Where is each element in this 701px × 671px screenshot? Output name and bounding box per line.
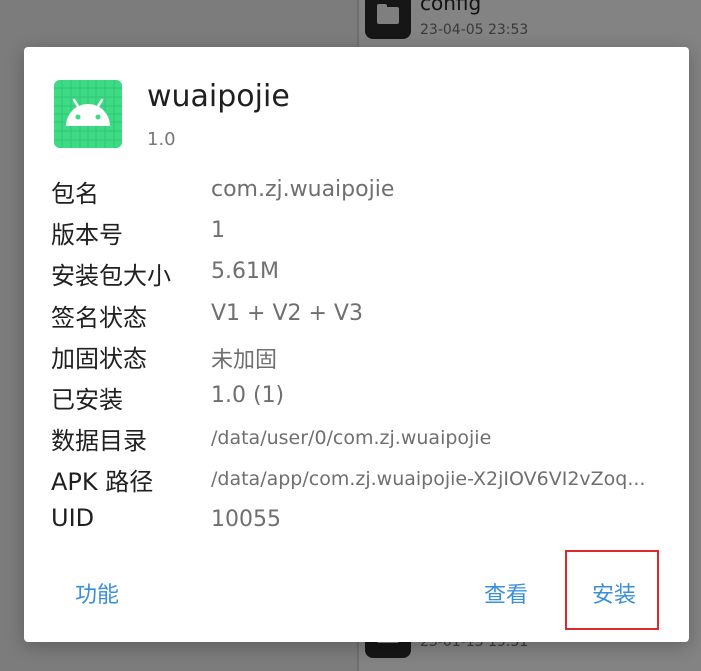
info-value: 1 [211, 218, 225, 244]
info-row-apk-path: APK 路径 /data/app/com.zj.wuaipojie-X2jIOV… [51, 460, 671, 501]
info-label: UID [51, 503, 95, 532]
info-label: APK 路径 [51, 468, 154, 497]
info-label: 包名 [51, 180, 99, 208]
view-button[interactable]: 查看 [484, 577, 528, 609]
info-label: 数据目录 [51, 427, 147, 456]
info-value: 未加固 [211, 347, 278, 373]
info-row-size: 安装包大小 5.61M [51, 254, 671, 295]
android-icon [54, 80, 122, 148]
app-version: 1.0 [147, 129, 176, 150]
info-value: V1 + V2 + V3 [211, 300, 363, 326]
apk-info-dialog: wuaipojie 1.0 包名 com.zj.wuaipojie 版本号 1 … [24, 47, 689, 642]
info-value: /data/app/com.zj.wuaipojie-X2jIOV6VI2vZo… [211, 468, 646, 491]
file-name: config [420, 0, 482, 15]
info-label: 签名状态 [51, 303, 147, 332]
app-name: wuaipojie [147, 79, 290, 114]
info-row-package: 包名 com.zj.wuaipojie [51, 172, 671, 213]
info-row-data-dir: 数据目录 /data/user/0/com.zj.wuaipojie [51, 419, 671, 460]
info-value: 10055 [211, 506, 281, 532]
info-label: 版本号 [51, 221, 123, 250]
info-table: 包名 com.zj.wuaipojie 版本号 1 安装包大小 5.61M 签名… [51, 172, 671, 543]
info-value: 1.0 (1) [211, 382, 285, 408]
info-row-signature: 签名状态 V1 + V2 + V3 [51, 296, 671, 337]
info-row-installed: 已安装 1.0 (1) [51, 378, 671, 419]
info-label: 安装包大小 [51, 262, 171, 291]
folder-icon [365, 0, 411, 39]
info-row-version-code: 版本号 1 [51, 213, 671, 254]
info-row-uid: UID 10055 [51, 502, 671, 543]
info-row-hardening: 加固状态 未加固 [51, 337, 671, 378]
info-label: 加固状态 [51, 344, 147, 373]
install-button[interactable]: 安装 [592, 577, 636, 609]
info-value: 5.61M [211, 259, 279, 285]
info-label: 已安装 [51, 385, 123, 414]
info-value: com.zj.wuaipojie [211, 177, 395, 202]
feature-button[interactable]: 功能 [75, 577, 119, 609]
info-value: /data/user/0/com.zj.wuaipojie [211, 427, 492, 450]
file-date: 23-04-05 23:53 [420, 22, 529, 38]
